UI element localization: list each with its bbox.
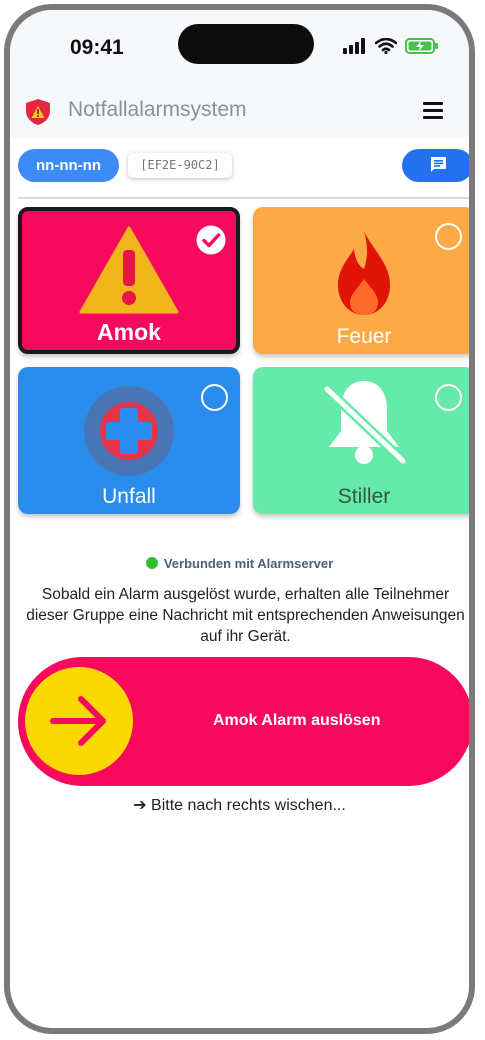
status-icons — [343, 38, 439, 54]
signal-icon — [343, 38, 365, 54]
warning-icon — [79, 226, 179, 314]
alarm-label-unfall: Unfall — [102, 485, 156, 508]
slider-label: Amok Alarm auslösen — [213, 712, 381, 729]
medical-cross-icon — [84, 386, 174, 476]
menu-icon[interactable] — [423, 102, 443, 123]
alarm-label-amok: Amok — [97, 319, 161, 345]
phone-frame: 09:41 Notfallalarmsystem nn-nn-nn [EF2E-… — [4, 4, 475, 1034]
message-button[interactable] — [402, 149, 469, 182]
alarm-label-stiller: Stiller — [337, 485, 391, 508]
connection-status: Verbunden mit Alarmserver — [10, 556, 469, 571]
app-title: Notfallalarmsystem — [68, 98, 247, 121]
status-bar: 09:41 — [10, 10, 469, 90]
slider-knob[interactable] — [25, 667, 133, 775]
shield-alert-icon — [26, 99, 50, 125]
radio-stiller[interactable] — [435, 384, 462, 411]
radio-unfall[interactable] — [201, 384, 228, 411]
check-circle-icon — [196, 225, 226, 255]
app-bar: Notfallalarmsystem — [10, 80, 469, 138]
trigger-alarm-slider[interactable]: Amok Alarm auslösen — [18, 657, 469, 786]
alarm-tile-feuer[interactable]: Feuer — [253, 207, 469, 354]
info-text: Sobald ein Alarm ausgelöst wurde, erhalt… — [26, 586, 465, 645]
alarm-tile-stiller[interactable]: Stiller — [253, 367, 469, 514]
alarm-tile-amok[interactable]: Amok — [18, 207, 240, 354]
status-time: 09:41 — [70, 36, 124, 59]
alarm-label-feuer: Feuer — [336, 325, 392, 348]
radio-feuer[interactable] — [435, 223, 462, 250]
swipe-hint: ➔ Bitte nach rechts wischen... — [133, 797, 346, 814]
group-chip[interactable]: nn-nn-nn — [18, 149, 119, 182]
wifi-icon — [375, 38, 397, 54]
divider — [18, 197, 469, 199]
device-id-badge: [EF2E-90C2] — [128, 153, 232, 178]
dynamic-island — [178, 24, 314, 64]
arrow-right-icon — [50, 696, 106, 746]
flame-icon — [338, 231, 390, 315]
battery-charging-icon — [405, 38, 438, 54]
connection-status-text: Verbunden mit Alarmserver — [163, 556, 334, 571]
chat-icon — [431, 157, 446, 172]
status-dot — [145, 557, 158, 569]
bell-off-icon — [323, 381, 407, 465]
alarm-tile-unfall[interactable]: Unfall — [18, 367, 240, 514]
